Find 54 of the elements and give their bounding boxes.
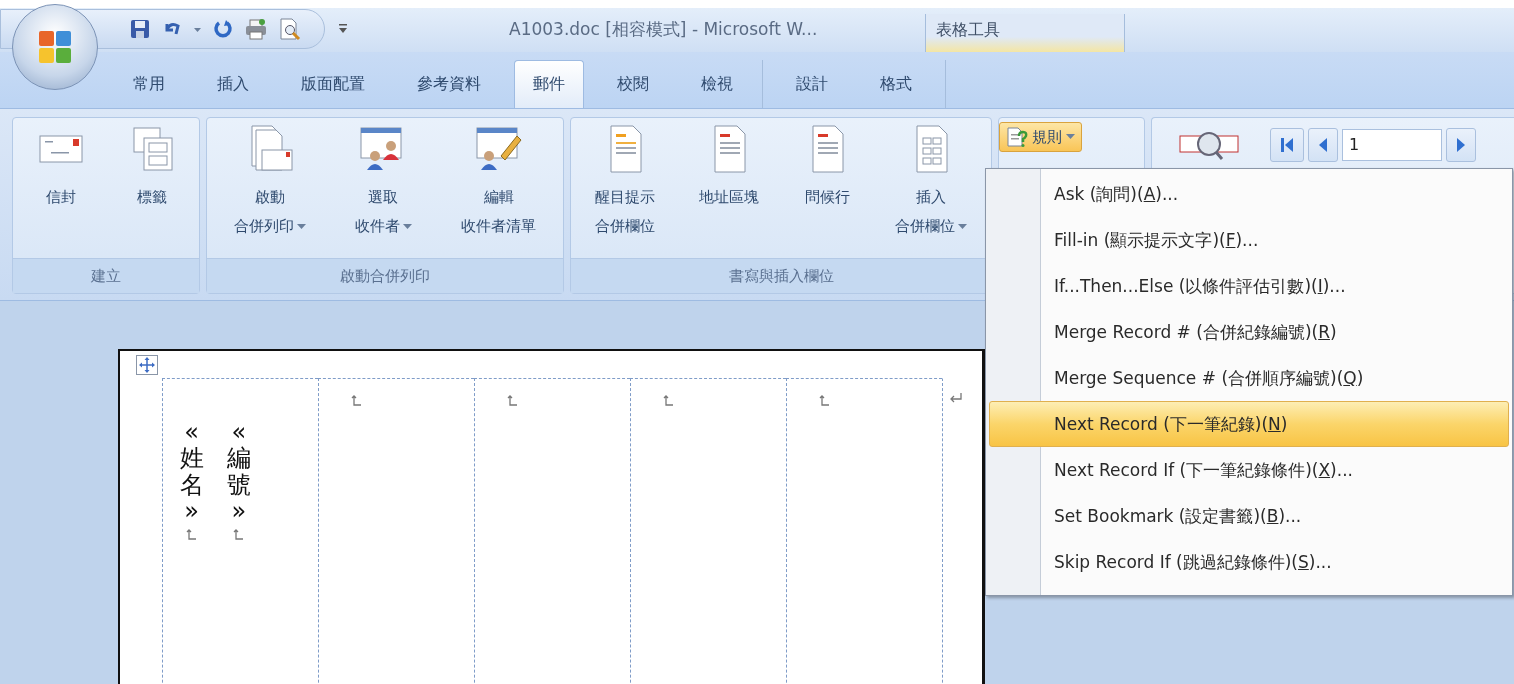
- printer-icon[interactable]: [244, 18, 268, 40]
- window-title: A1003.doc [相容模式] - Microsoft W...: [509, 17, 818, 41]
- menu-item[interactable]: Merge Sequence # (合併順序編號)(Q): [989, 355, 1509, 401]
- menu-item[interactable]: Merge Record # (合併紀錄編號)(R): [989, 309, 1509, 355]
- first-record-button[interactable]: [1270, 128, 1304, 162]
- group-label: 建立: [13, 258, 199, 293]
- previous-record-button[interactable]: [1308, 128, 1338, 162]
- ribbon-button[interactable]: 標籤: [125, 122, 178, 258]
- ribbon-button[interactable]: 問候行: [801, 122, 853, 258]
- ribbon-button[interactable]: 醒目提示 合併欄位: [593, 122, 657, 258]
- table-move-handle-icon[interactable]: [136, 355, 158, 375]
- merge-field: «編號»: [226, 419, 252, 525]
- ribbon-tab[interactable]: 參考資料: [398, 60, 500, 108]
- menu-item[interactable]: Fill-in (顯示提示文字)(F)...: [989, 217, 1509, 263]
- menu-item[interactable]: Next Record If (下一筆紀錄條件)(X)...: [989, 447, 1509, 493]
- menu-item[interactable]: If...Then...Else (以條件評估引數)(I)...: [989, 263, 1509, 309]
- menu-item[interactable]: Set Bookmark (設定書籤)(B)...: [989, 493, 1509, 539]
- group-label: 啟動合併列印: [207, 258, 563, 293]
- ribbon-tab[interactable]: 插入: [198, 60, 268, 108]
- rules-button[interactable]: 規則: [999, 122, 1082, 152]
- ribbon-tab[interactable]: 設計: [777, 60, 847, 108]
- ribbon-button[interactable]: 信封: [34, 122, 87, 258]
- save-icon[interactable]: [129, 18, 151, 40]
- cell-end-mark-icon: [232, 528, 245, 542]
- cell-end-mark-icon: [507, 395, 519, 408]
- first-icon: [1279, 136, 1295, 154]
- previous-icon: [1317, 136, 1329, 154]
- redo-icon[interactable]: [212, 18, 234, 40]
- next-record-button[interactable]: [1446, 128, 1476, 162]
- cell-end-mark-icon: [663, 395, 675, 408]
- ribbon-tab[interactable]: 常用: [114, 60, 184, 108]
- cell-end-mark-icon: [351, 395, 363, 408]
- print-preview-icon[interactable]: [278, 17, 302, 41]
- menu-item[interactable]: Ask (詢問)(A)...: [989, 171, 1509, 217]
- document-question-icon: [1006, 126, 1028, 148]
- ribbon-button[interactable]: 編輯 收件者清單: [459, 122, 539, 258]
- cell-end-mark-icon: [185, 528, 198, 542]
- ribbon-tab[interactable]: 檢視: [682, 60, 752, 108]
- ribbon-tab[interactable]: 郵件: [514, 60, 584, 108]
- ribbon-button[interactable]: 選取 收件者: [353, 122, 414, 258]
- menu-item[interactable]: Skip Record If (跳過紀錄條件)(S)...: [989, 539, 1509, 585]
- row-end-mark-icon: [949, 392, 963, 404]
- record-field[interactable]: 1: [1342, 129, 1442, 161]
- ribbon-button[interactable]: 啟動 合併列印: [231, 122, 308, 258]
- ribbon-tab[interactable]: 格式: [861, 60, 931, 108]
- ribbon-button[interactable]: 插入 合併欄位: [893, 122, 969, 258]
- cell-end-mark-icon: [819, 395, 831, 408]
- menu-item[interactable]: Next Record (下一筆紀錄)(N): [989, 401, 1509, 447]
- next-icon: [1455, 136, 1467, 154]
- ribbon-button[interactable]: 地址區塊: [697, 122, 761, 258]
- merge-field: «姓名»: [179, 419, 205, 525]
- contextual-tab-header: 表格工具: [925, 14, 1125, 52]
- ribbon-tab[interactable]: 校閱: [598, 60, 668, 108]
- ribbon-tab[interactable]: 版面配置: [282, 60, 384, 108]
